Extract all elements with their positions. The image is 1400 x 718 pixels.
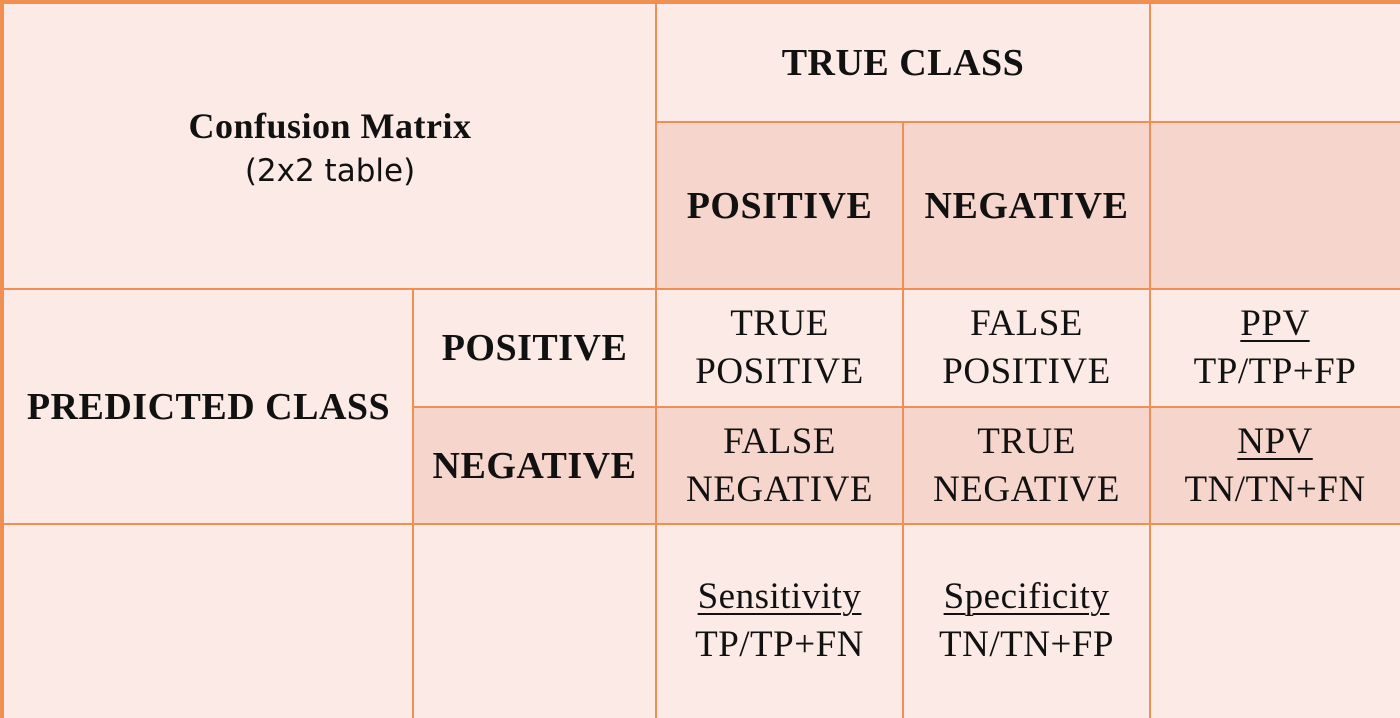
empty-cell-bottom-right <box>1150 524 1400 718</box>
predicted-class-header: PREDICTED CLASS <box>4 289 413 524</box>
true-negative-header: NEGATIVE <box>903 122 1150 289</box>
tp-line-2: POSITIVE <box>695 351 864 392</box>
true-positive-header: POSITIVE <box>656 122 903 289</box>
empty-cell-bottom-left <box>4 524 413 718</box>
fp-line-2: POSITIVE <box>942 351 1111 392</box>
predicted-positive-header: POSITIVE <box>413 289 656 407</box>
confusion-matrix-table: Confusion Matrix (2x2 table) TRUE CLASS … <box>0 0 1400 718</box>
grid-line-v1 <box>655 4 657 718</box>
true-class-header: TRUE CLASS <box>656 4 1150 122</box>
grid-line-h4 <box>4 523 1400 525</box>
tn-line-1: TRUE <box>977 420 1076 462</box>
npv-cell: NPV TN/TN+FN <box>1150 407 1400 524</box>
true-class-label: TRUE CLASS <box>781 42 1025 84</box>
true-positive-label: POSITIVE <box>686 184 873 227</box>
empty-cell-top-right <box>1150 4 1400 122</box>
grid-line-h1 <box>656 121 1400 123</box>
ppv-name: PPV <box>1240 303 1310 344</box>
sensitivity-name: Sensitivity <box>697 576 862 617</box>
predicted-negative-label: NEGATIVE <box>432 444 637 487</box>
true-negative-cell: TRUE NEGATIVE <box>903 407 1150 524</box>
tp-line-1: TRUE <box>730 303 829 344</box>
predicted-class-label: PREDICTED CLASS <box>26 385 391 428</box>
sensitivity-formula: TP/TP+FN <box>695 624 864 665</box>
npv-name: NPV <box>1237 420 1313 462</box>
grid-line-v4 <box>412 289 414 718</box>
true-positive-cell: TRUE POSITIVE <box>656 289 903 407</box>
ppv-formula: TP/TP+FP <box>1193 351 1357 392</box>
fn-line-1: FALSE <box>723 420 836 462</box>
grid-line-h2 <box>4 288 1400 290</box>
specificity-cell: Specificity TN/TN+FP <box>903 524 1150 718</box>
specificity-name: Specificity <box>943 576 1110 617</box>
false-negative-cell: FALSE NEGATIVE <box>656 407 903 524</box>
matrix-title: Confusion Matrix <box>188 105 472 146</box>
empty-cell-header-right <box>1150 122 1400 289</box>
grid-line-v2 <box>902 122 904 718</box>
predicted-negative-header: NEGATIVE <box>413 407 656 524</box>
sensitivity-cell: Sensitivity TP/TP+FN <box>656 524 903 718</box>
grid-line-v3 <box>1149 4 1151 718</box>
matrix-subtitle: (2x2 table) <box>244 152 416 189</box>
specificity-formula: TN/TN+FP <box>939 624 1114 665</box>
false-positive-cell: FALSE POSITIVE <box>903 289 1150 407</box>
true-negative-label: NEGATIVE <box>924 184 1129 227</box>
tn-line-2: NEGATIVE <box>933 468 1120 510</box>
fp-line-1: FALSE <box>970 303 1083 344</box>
fn-line-2: NEGATIVE <box>686 468 873 510</box>
npv-formula: TN/TN+FN <box>1184 468 1366 510</box>
title-cell: Confusion Matrix (2x2 table) <box>4 4 656 289</box>
empty-cell-bottom-second <box>413 524 656 718</box>
grid-line-h3 <box>413 406 1400 408</box>
predicted-positive-label: POSITIVE <box>441 327 628 369</box>
ppv-cell: PPV TP/TP+FP <box>1150 289 1400 407</box>
